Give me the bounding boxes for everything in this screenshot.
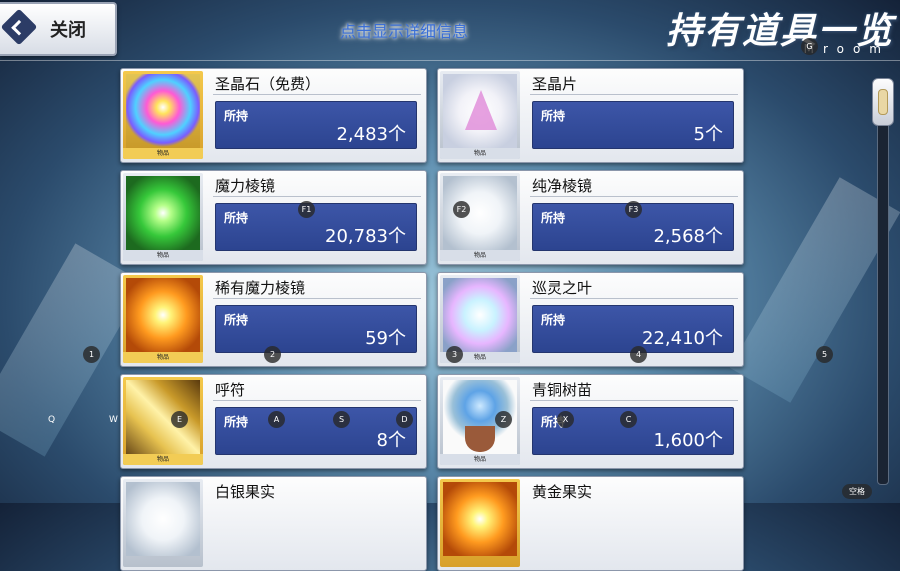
- key-hint-c: C: [620, 411, 637, 428]
- item-name: 魔力棱镜: [215, 177, 276, 195]
- divider: [530, 196, 738, 197]
- crystal-leaf-icon: [443, 278, 517, 352]
- held-label: 所持: [224, 211, 249, 225]
- key-hint-x: X: [557, 411, 574, 428]
- item-count: 20,783个: [325, 226, 406, 247]
- held-count-box: 所持 8个: [215, 407, 417, 455]
- item-thumbnail: 物品: [123, 173, 203, 261]
- item-thumbnail: 物品: [440, 173, 520, 261]
- key-hint-s: S: [333, 411, 350, 428]
- close-button-label: 关闭: [50, 20, 86, 41]
- item-card[interactable]: 物品 纯净棱镜 所持 2,568个: [437, 170, 744, 265]
- thumbnail-tag: 物品: [123, 454, 203, 465]
- key-hint-2: 2: [264, 346, 281, 363]
- gold-fruit-icon: [443, 482, 517, 556]
- item-card[interactable]: 物品 魔力棱镜 所持 20,783个: [120, 170, 427, 265]
- thumbnail-tag: 物品: [123, 148, 203, 159]
- item-card[interactable]: 物品 圣晶片 所持 5个: [437, 68, 744, 163]
- divider: [530, 400, 738, 401]
- item-thumbnail: 物品: [123, 275, 203, 363]
- key-hint-e: E: [171, 411, 188, 428]
- item-name: 白银果实: [215, 483, 276, 501]
- divider: [530, 298, 738, 299]
- item-thumbnail: 物品: [123, 71, 203, 159]
- key-hint-f1: F1: [298, 201, 315, 218]
- item-card[interactable]: 白银果实: [120, 476, 427, 571]
- key-hint-q: Q: [48, 415, 56, 425]
- item-name: 呼符: [215, 381, 246, 399]
- header-divider: [0, 60, 900, 61]
- background-shard: [729, 177, 900, 403]
- key-hint-w: W: [109, 415, 118, 425]
- thumbnail-tag: 物品: [440, 148, 520, 159]
- held-label: 所持: [541, 313, 566, 327]
- held-count-box: 所持 20,783个: [215, 203, 417, 251]
- item-card[interactable]: 物品 青铜树苗 所持 1,600个: [437, 374, 744, 469]
- divider: [213, 298, 421, 299]
- item-count: 22,410个: [642, 328, 723, 349]
- item-count: 2,483个: [336, 124, 406, 145]
- back-arrow-icon: [0, 8, 38, 46]
- divider: [213, 196, 421, 197]
- mana-prism-icon: [126, 176, 200, 250]
- item-count: 2,568个: [653, 226, 723, 247]
- item-count: 5个: [693, 124, 723, 145]
- held-label: 所持: [224, 415, 249, 429]
- item-name: 黄金果实: [532, 483, 593, 501]
- scrollbar-track[interactable]: [877, 78, 889, 485]
- key-hint-f2: F2: [453, 201, 470, 218]
- item-name: 青铜树苗: [532, 381, 593, 399]
- thumbnail-tag: 物品: [123, 352, 203, 363]
- held-count-box: 所持 22,410个: [532, 305, 734, 353]
- held-label: 所持: [224, 109, 249, 123]
- item-count: 8个: [376, 430, 406, 451]
- key-hint-5: 5: [816, 346, 833, 363]
- item-thumbnail: [440, 479, 520, 567]
- key-hint-3: 3: [446, 346, 463, 363]
- divider: [213, 400, 421, 401]
- key-hint-a: A: [268, 411, 285, 428]
- key-hint-d: D: [396, 411, 413, 428]
- divider: [213, 94, 421, 95]
- rare-prism-icon: [126, 278, 200, 352]
- key-hint-f3: F3: [625, 201, 642, 218]
- thumbnail-tag: 物品: [123, 250, 203, 261]
- detail-hint-text: 点击显示详细信息: [340, 22, 469, 41]
- thumbnail-tag: 物品: [440, 250, 520, 261]
- silver-fruit-icon: [126, 482, 200, 556]
- item-name: 圣晶石（免费）: [215, 75, 321, 93]
- scrollbar-thumb[interactable]: [872, 78, 894, 126]
- item-count: 59个: [365, 328, 406, 349]
- thumbnail-tag: 物品: [440, 454, 520, 465]
- item-count: 1,600个: [653, 430, 723, 451]
- key-hint-z: Z: [495, 411, 512, 428]
- held-count-box: 所持 59个: [215, 305, 417, 353]
- key-hint-g: G: [801, 38, 818, 55]
- item-thumbnail: 物品: [123, 377, 203, 465]
- close-button[interactable]: 关闭: [0, 2, 117, 56]
- item-card[interactable]: 物品 巡灵之叶 所持 22,410个: [437, 272, 744, 367]
- item-name: 纯净棱镜: [532, 177, 593, 195]
- divider: [530, 94, 738, 95]
- key-hint-space: 空格: [842, 484, 872, 499]
- item-thumbnail: 物品: [440, 71, 520, 159]
- item-name: 巡灵之叶: [532, 279, 593, 297]
- item-name: 稀有魔力棱镜: [215, 279, 306, 297]
- item-card[interactable]: 黄金果实: [437, 476, 744, 571]
- item-card[interactable]: 物品 圣晶石（免费） 所持 2,483个: [120, 68, 427, 163]
- held-count-box: 所持 5个: [532, 101, 734, 149]
- held-label: 所持: [224, 313, 249, 327]
- key-hint-1: 1: [83, 346, 100, 363]
- key-hint-4: 4: [630, 346, 647, 363]
- saint-quartz-icon: [126, 74, 200, 148]
- held-label: 所持: [541, 109, 566, 123]
- quartz-fragment-icon: [443, 74, 517, 148]
- summon-ticket-icon: [126, 380, 200, 454]
- item-thumbnail: [123, 479, 203, 567]
- held-count-box: 所持 2,483个: [215, 101, 417, 149]
- item-name: 圣晶片: [532, 75, 578, 93]
- held-label: 所持: [541, 211, 566, 225]
